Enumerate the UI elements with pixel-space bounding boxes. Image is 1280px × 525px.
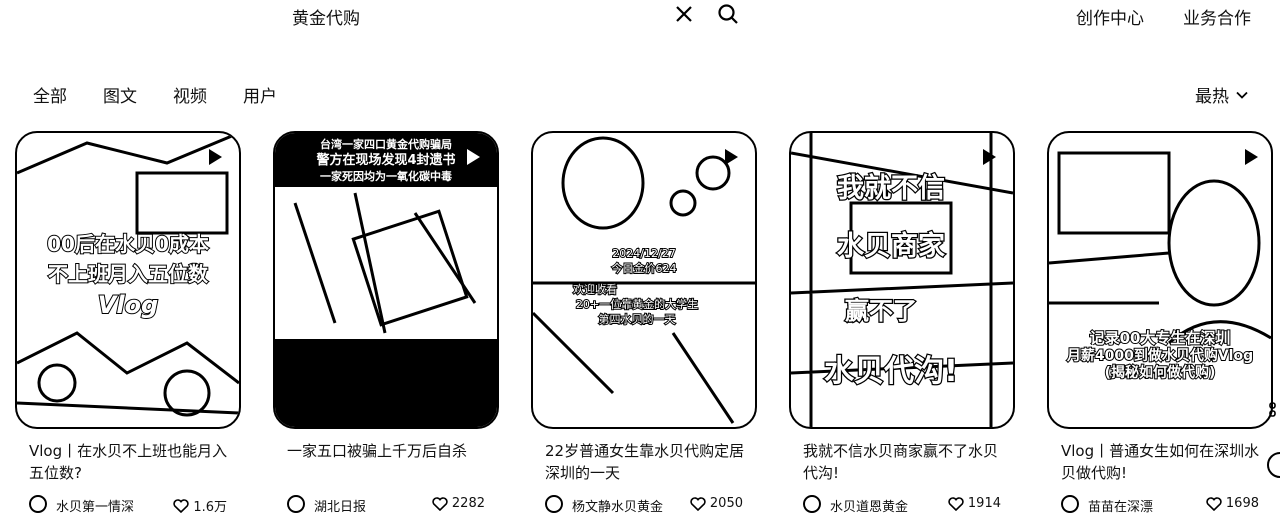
search-button[interactable]: [716, 2, 740, 26]
author-name: 水贝第一情深: [56, 500, 135, 515]
like-button[interactable]: 1698: [1206, 496, 1259, 511]
overlay-text: 一家死因均为一氧化碳中毒: [320, 169, 452, 183]
overlay-text: Vlog: [98, 291, 158, 319]
author-name: 杨文静水贝黄金: [572, 500, 664, 515]
author-row[interactable]: 杨文静水贝黄金 2050: [545, 495, 755, 515]
note-thumbnail: 2024/12/27 今日金价624 欢迎收看 20+一位靠黄金的大学生 第四水…: [531, 131, 757, 429]
author-row[interactable]: 水贝道恩黄金 1914: [803, 495, 1013, 515]
filter-tab-image-text[interactable]: 图文: [103, 82, 137, 107]
like-button[interactable]: 2282: [432, 496, 485, 511]
heart-icon: [690, 496, 706, 511]
overlay-text: 20+一位靠黄金的大学生: [576, 297, 698, 311]
note-thumbnail: 台湾一家四口黄金代购骗局 警方在现场发现4封遗书 一家死因均为一氧化碳中毒: [273, 131, 499, 429]
play-icon: [1245, 149, 1258, 165]
avatar: [287, 495, 305, 513]
heart-icon: [173, 498, 189, 513]
overlay-text: 月薪4000到做水贝代购Vlog: [1066, 347, 1253, 364]
overlay-text: 欢迎收看: [573, 282, 617, 296]
author-name: 湖北日报: [314, 500, 367, 515]
like-button[interactable]: 1.6万: [173, 496, 227, 515]
like-count: 2282: [451, 496, 485, 511]
avatar: [545, 495, 563, 513]
note-title[interactable]: 一家五口被骗上千万后自杀: [287, 440, 487, 462]
overlay-text: 我就不信: [837, 173, 945, 204]
close-icon: [676, 6, 692, 22]
chevron-down-icon: [1236, 91, 1248, 99]
business-link[interactable]: 业务合作: [1183, 4, 1251, 29]
grid-icon: [1269, 402, 1276, 417]
overlay-text: (揭秘如何做代购): [1105, 364, 1216, 381]
filter-tab-all[interactable]: 全部: [33, 82, 67, 107]
note-thumbnail: 00后在水贝0成本 不上班月入五位数 Vlog: [15, 131, 241, 429]
like-count: 1698: [1225, 496, 1259, 511]
floating-tools[interactable]: [1266, 402, 1280, 480]
play-icon: [725, 149, 738, 165]
play-icon: [209, 149, 222, 165]
author-row[interactable]: 水贝第一情深 1.6万: [29, 495, 239, 515]
like-count: 1.6万: [193, 500, 227, 515]
like-count: 2050: [709, 496, 743, 511]
note-card[interactable]: 2024/12/27 今日金价624 欢迎收看 20+一位靠黄金的大学生 第四水…: [531, 131, 757, 525]
overlay-text: 不上班月入五位数: [48, 262, 209, 286]
filter-tab-video[interactable]: 视频: [173, 82, 207, 107]
note-card[interactable]: 记录00大专生在深圳 月薪4000到做水贝代购Vlog (揭秘如何做代购) Vl…: [1047, 131, 1273, 525]
avatar: [1061, 495, 1079, 513]
like-count: 1914: [967, 496, 1001, 511]
creator-center-link[interactable]: 创作中心: [1076, 4, 1144, 29]
note-title[interactable]: Vlog丨在水贝不上班也能月入五位数?: [29, 440, 229, 484]
overlay-text: 赢不了: [845, 297, 917, 325]
note-title[interactable]: 我就不信水贝商家赢不了水贝代沟!: [803, 440, 1003, 484]
heart-icon: [432, 496, 448, 511]
author-name: 苗苗在深漂: [1088, 500, 1154, 515]
like-button[interactable]: 2050: [690, 496, 743, 511]
note-card[interactable]: 台湾一家四口黄金代购骗局 警方在现场发现4封遗书 一家死因均为一氧化碳中毒 一家…: [273, 131, 499, 525]
note-card[interactable]: 我就不信 水贝商家 赢不了 水贝代沟! 我就不信水贝商家赢不了水贝代沟! 水贝道…: [789, 131, 1015, 525]
overlay-text: 水贝代沟!: [824, 354, 958, 389]
overlay-text: 00后在水贝0成本: [47, 232, 209, 256]
note-title[interactable]: 22岁普通女生靠水贝代购定居深圳的一天: [545, 440, 745, 484]
overlay-text: 台湾一家四口黄金代购骗局: [320, 137, 452, 151]
author-name: 水贝道恩黄金: [830, 500, 909, 515]
avatar: [803, 495, 821, 513]
overlay-text: 警方在现场发现4封遗书: [316, 152, 455, 168]
search-icon: [718, 4, 738, 24]
sort-dropdown[interactable]: 最热: [1195, 82, 1249, 107]
note-thumbnail: 记录00大专生在深圳 月薪4000到做水贝代购Vlog (揭秘如何做代购): [1047, 131, 1273, 429]
heart-icon: [948, 496, 964, 511]
note-title[interactable]: Vlog丨普通女生如何在深圳水贝做代购!: [1061, 440, 1261, 484]
overlay-text: 水贝商家: [837, 230, 945, 262]
like-button[interactable]: 1914: [948, 496, 1001, 511]
note-card[interactable]: 00后在水贝0成本 不上班月入五位数 Vlog Vlog丨在水贝不上班也能月入五…: [15, 131, 241, 525]
overlay-text: 第四水贝的一天: [599, 312, 676, 326]
avatar: [29, 495, 47, 513]
heart-icon: [1206, 496, 1222, 511]
filter-tab-users[interactable]: 用户: [243, 82, 277, 107]
note-thumbnail: 我就不信 水贝商家 赢不了 水贝代沟!: [789, 131, 1015, 429]
author-row[interactable]: 苗苗在深漂 1698: [1061, 495, 1271, 515]
overlay-text: 今日金价624: [612, 261, 677, 275]
sort-label: 最热: [1195, 87, 1229, 107]
search-query[interactable]: 黄金代购: [292, 4, 360, 29]
clear-search-button[interactable]: [672, 2, 696, 26]
overlay-text: 记录00大专生在深圳: [1090, 329, 1231, 347]
author-row[interactable]: 湖北日报 2282: [287, 495, 497, 515]
assistant-icon: [1267, 452, 1280, 478]
overlay-text: 2024/12/27: [612, 247, 675, 260]
